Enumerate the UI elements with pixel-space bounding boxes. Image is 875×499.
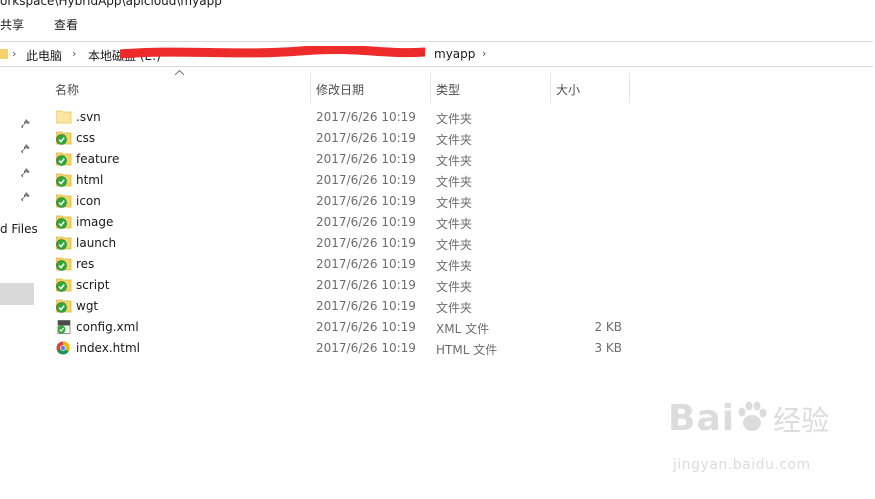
file-type: HTML 文件	[436, 343, 498, 357]
file-modified-date: 2017/6/26 10:19	[316, 194, 416, 208]
column-divider[interactable]	[310, 73, 311, 103]
tab-share[interactable]: 共享	[0, 16, 24, 33]
file-row[interactable]: .svn 2017/6/26 10:19 文件夹	[50, 107, 630, 128]
file-name: wgt	[76, 299, 99, 313]
watermark-label: 经验	[773, 404, 830, 437]
file-size: 3 KB	[594, 341, 622, 355]
file-row[interactable]: index.html 2017/6/26 10:19 HTML 文件 3 KB	[50, 338, 630, 359]
file-name: icon	[76, 194, 101, 208]
chrome-html-icon	[56, 341, 72, 355]
svn-folder-icon	[55, 194, 72, 208]
file-type: 文件夹	[436, 259, 473, 273]
column-header-type[interactable]: 类型	[436, 81, 460, 98]
pin-icon	[20, 192, 30, 205]
file-type: 文件夹	[436, 238, 473, 252]
column-header-date[interactable]: 修改日期	[316, 81, 364, 98]
file-modified-date: 2017/6/26 10:19	[316, 341, 416, 355]
svn-folder-icon	[55, 299, 72, 313]
svn-folder-icon	[55, 257, 72, 271]
chevron-right-icon[interactable]: ›	[12, 47, 16, 60]
svn-folder-icon	[55, 152, 72, 166]
file-name: index.html	[76, 341, 140, 355]
file-name: config.xml	[76, 320, 139, 334]
file-row[interactable]: html 2017/6/26 10:19 文件夹	[50, 170, 630, 191]
pin-icon	[20, 168, 30, 181]
watermark-logo-text: Bai	[668, 398, 736, 439]
file-type: 文件夹	[436, 217, 473, 231]
file-modified-date: 2017/6/26 10:19	[316, 236, 416, 250]
window-path-title: orkspace\HybridApp\apicloud\myapp	[0, 0, 222, 8]
column-divider[interactable]	[550, 73, 551, 103]
column-divider[interactable]	[430, 73, 431, 103]
file-name: res	[76, 257, 95, 271]
watermark-url: jingyan.baidu.com	[673, 457, 811, 473]
file-name: script	[76, 278, 110, 292]
folder-nav-icon	[0, 47, 10, 60]
column-divider[interactable]	[629, 73, 630, 103]
file-type: XML 文件	[436, 322, 490, 336]
file-modified-date: 2017/6/26 10:19	[316, 299, 416, 313]
file-row[interactable]: icon 2017/6/26 10:19 文件夹	[50, 191, 630, 212]
sort-ascending-icon	[174, 69, 185, 79]
baidu-watermark-logo: Bai 经验	[668, 398, 829, 439]
file-name: feature	[76, 152, 120, 166]
svn-folder-icon	[55, 278, 72, 292]
file-name: image	[76, 215, 114, 229]
file-type: 文件夹	[436, 112, 473, 126]
svn-folder-icon	[55, 236, 72, 250]
svn-folder-icon	[55, 173, 72, 187]
file-name: html	[76, 173, 104, 187]
xml-file-icon	[56, 320, 72, 334]
breadcrumb-this-pc[interactable]: 此电脑	[26, 47, 62, 64]
chevron-right-icon[interactable]: ›	[482, 47, 486, 60]
file-modified-date: 2017/6/26 10:19	[316, 215, 416, 229]
file-name: css	[76, 131, 96, 145]
file-row[interactable]: res 2017/6/26 10:19 文件夹	[50, 254, 630, 275]
pin-icon	[20, 144, 30, 157]
file-type: 文件夹	[436, 301, 473, 315]
column-header-size[interactable]: 大小	[556, 81, 580, 98]
file-row[interactable]: image 2017/6/26 10:19 文件夹	[50, 212, 630, 233]
file-type: 文件夹	[436, 196, 473, 210]
tab-view[interactable]: 查看	[54, 16, 78, 33]
file-row[interactable]: feature 2017/6/26 10:19 文件夹	[50, 149, 630, 170]
nav-item-selected[interactable]	[0, 283, 34, 305]
folder-icon	[55, 110, 72, 124]
file-row[interactable]: wgt 2017/6/26 10:19 文件夹	[50, 296, 630, 317]
column-header-name[interactable]: 名称	[55, 81, 79, 98]
file-name: launch	[76, 236, 117, 250]
chevron-right-icon[interactable]: ›	[420, 47, 424, 60]
file-row[interactable]: script 2017/6/26 10:19 文件夹	[50, 275, 630, 296]
file-modified-date: 2017/6/26 10:19	[316, 257, 416, 271]
file-row[interactable]: config.xml 2017/6/26 10:19 XML 文件 2 KB	[50, 317, 630, 338]
file-modified-date: 2017/6/26 10:19	[316, 152, 416, 166]
file-type: 文件夹	[436, 175, 473, 189]
file-modified-date: 2017/6/26 10:19	[316, 173, 416, 187]
file-modified-date: 2017/6/26 10:19	[316, 131, 416, 145]
pin-icon	[20, 119, 30, 132]
file-size: 2 KB	[594, 320, 622, 334]
file-name: .svn	[76, 110, 101, 124]
svn-folder-icon	[55, 215, 72, 229]
file-modified-date: 2017/6/26 10:19	[316, 278, 416, 292]
chevron-right-icon[interactable]: ›	[72, 47, 76, 60]
file-type: 文件夹	[436, 280, 473, 294]
file-modified-date: 2017/6/26 10:19	[316, 110, 416, 124]
file-row[interactable]: css 2017/6/26 10:19 文件夹	[50, 128, 630, 149]
file-modified-date: 2017/6/26 10:19	[316, 320, 416, 334]
svn-folder-icon	[55, 131, 72, 145]
breadcrumb-myapp[interactable]: myapp	[434, 47, 475, 61]
redaction-scribble	[115, 44, 430, 60]
file-type: 文件夹	[436, 154, 473, 168]
nav-item-files[interactable]: d Files	[0, 222, 38, 236]
file-type: 文件夹	[436, 133, 473, 147]
file-row[interactable]: launch 2017/6/26 10:19 文件夹	[50, 233, 630, 254]
paw-icon	[735, 401, 769, 433]
